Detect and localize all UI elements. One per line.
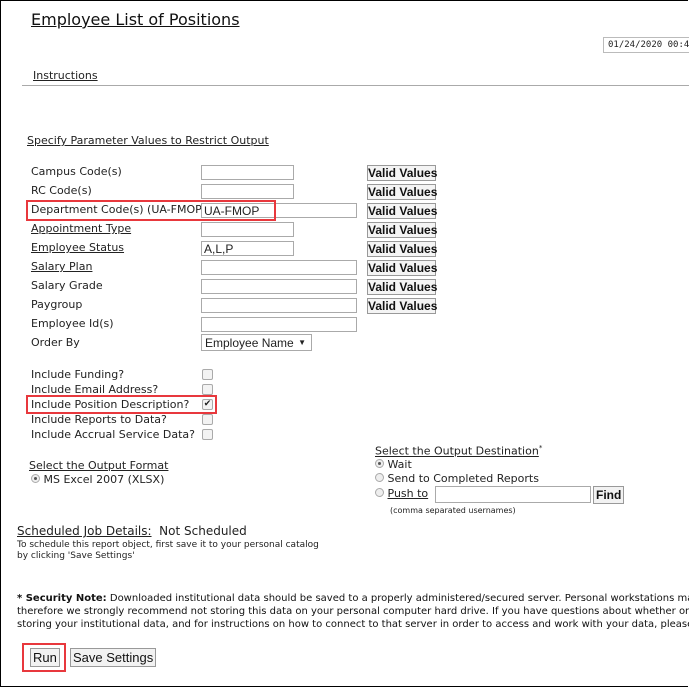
department-highlight: [26, 200, 276, 221]
find-button[interactable]: Find: [593, 486, 625, 504]
employee-id-label: Employee Id(s): [31, 317, 114, 330]
appointment-type-link[interactable]: Appointment Type: [31, 222, 131, 235]
radio-selected-icon[interactable]: [31, 474, 40, 483]
salary-plan-valid-values-button[interactable]: Valid Values: [367, 260, 437, 276]
security-note-prefix: * Security Note:: [17, 593, 107, 604]
security-note-line3: storing your institutional data, and for…: [17, 619, 689, 630]
schedule-instructions-line2: by clicking 'Save Settings': [17, 551, 135, 561]
include-accrual-checkbox[interactable]: [202, 429, 213, 440]
security-note-line1: * Security Note: Downloaded institutiona…: [17, 593, 689, 604]
run-button[interactable]: Run: [30, 648, 60, 667]
parameters-section-title: Specify Parameter Values to Restrict Out…: [27, 134, 269, 147]
date-field[interactable]: 01/24/2020 00:4: [603, 37, 689, 53]
campus-code-valid-values-button[interactable]: Valid Values: [367, 165, 437, 181]
paygroup-input[interactable]: [201, 298, 357, 313]
rc-code-label: RC Code(s): [31, 184, 92, 197]
page-title: Employee List of Positions: [31, 10, 240, 29]
position-description-highlight: [26, 395, 217, 414]
push-to-input[interactable]: [435, 486, 591, 503]
appointment-type-input[interactable]: [201, 222, 294, 237]
destination-push-option[interactable]: Push to: [375, 487, 428, 500]
schedule-details: Scheduled Job Details: Not Scheduled: [17, 524, 247, 538]
destination-completed-label: Send to Completed Reports: [387, 472, 539, 485]
employee-status-valid-values-button[interactable]: Valid Values: [367, 241, 437, 257]
appointment-type-valid-values-button[interactable]: Valid Values: [367, 222, 437, 238]
required-mark: *: [538, 444, 543, 452]
employee-id-input[interactable]: [201, 317, 357, 332]
campus-code-input[interactable]: [201, 165, 294, 180]
destination-wait-label: Wait: [387, 458, 412, 471]
push-to-hint: (comma separated usernames): [390, 506, 516, 515]
include-accrual-label: Include Accrual Service Data?: [31, 428, 196, 441]
include-funding-label: Include Funding?: [31, 368, 125, 381]
page-frame: [0, 0, 688, 687]
paygroup-valid-values-button[interactable]: Valid Values: [367, 298, 437, 314]
order-by-value: Employee Name: [205, 336, 294, 350]
salary-plan-link[interactable]: Salary Plan: [31, 260, 92, 273]
destination-completed-option[interactable]: Send to Completed Reports: [375, 472, 539, 485]
department-code-valid-values-button[interactable]: Valid Values: [367, 203, 437, 219]
rc-code-valid-values-button[interactable]: Valid Values: [367, 184, 437, 200]
schedule-label: Scheduled Job Details:: [17, 524, 152, 538]
instructions-link[interactable]: Instructions: [33, 69, 98, 82]
save-settings-button[interactable]: Save Settings: [70, 648, 157, 667]
radio-unselected-icon[interactable]: [375, 488, 384, 497]
divider: [22, 85, 689, 86]
output-format-option[interactable]: MS Excel 2007 (XLSX): [31, 473, 164, 486]
employee-status-link[interactable]: Employee Status: [31, 241, 124, 254]
include-email-checkbox[interactable]: [202, 384, 213, 395]
salary-grade-input[interactable]: [201, 279, 357, 294]
chevron-down-icon: ▼: [298, 338, 306, 347]
output-destination-title: Select the Output Destination*: [375, 444, 542, 458]
radio-selected-icon[interactable]: [375, 459, 384, 468]
schedule-instructions-line1: To schedule this report object, first sa…: [17, 540, 319, 550]
include-reports-to-label: Include Reports to Data?: [31, 413, 167, 426]
salary-grade-valid-values-button[interactable]: Valid Values: [367, 279, 437, 295]
schedule-status: Not Scheduled: [159, 524, 247, 538]
employee-status-input[interactable]: A,L,P: [201, 241, 294, 256]
push-to-link[interactable]: Push to: [388, 487, 429, 500]
security-note-line2: therefore we strongly recommend not stor…: [17, 606, 689, 617]
security-note-text: Downloaded institutional data should be …: [106, 593, 689, 604]
include-reports-to-checkbox[interactable]: [202, 414, 213, 425]
radio-unselected-icon[interactable]: [375, 473, 384, 482]
rc-code-input[interactable]: [201, 184, 294, 199]
output-destination-title-text: Select the Output Destination: [375, 444, 539, 458]
output-format-label: MS Excel 2007 (XLSX): [43, 473, 165, 486]
order-by-select[interactable]: Employee Name ▼: [201, 334, 312, 351]
order-by-label: Order By: [31, 336, 80, 349]
output-format-title: Select the Output Format: [29, 459, 169, 472]
paygroup-label: Paygroup: [31, 298, 83, 311]
salary-plan-input[interactable]: [201, 260, 357, 275]
salary-grade-label: Salary Grade: [31, 279, 103, 292]
destination-wait-option[interactable]: Wait: [375, 458, 412, 471]
include-funding-checkbox[interactable]: [202, 369, 213, 380]
campus-code-label: Campus Code(s): [31, 165, 122, 178]
